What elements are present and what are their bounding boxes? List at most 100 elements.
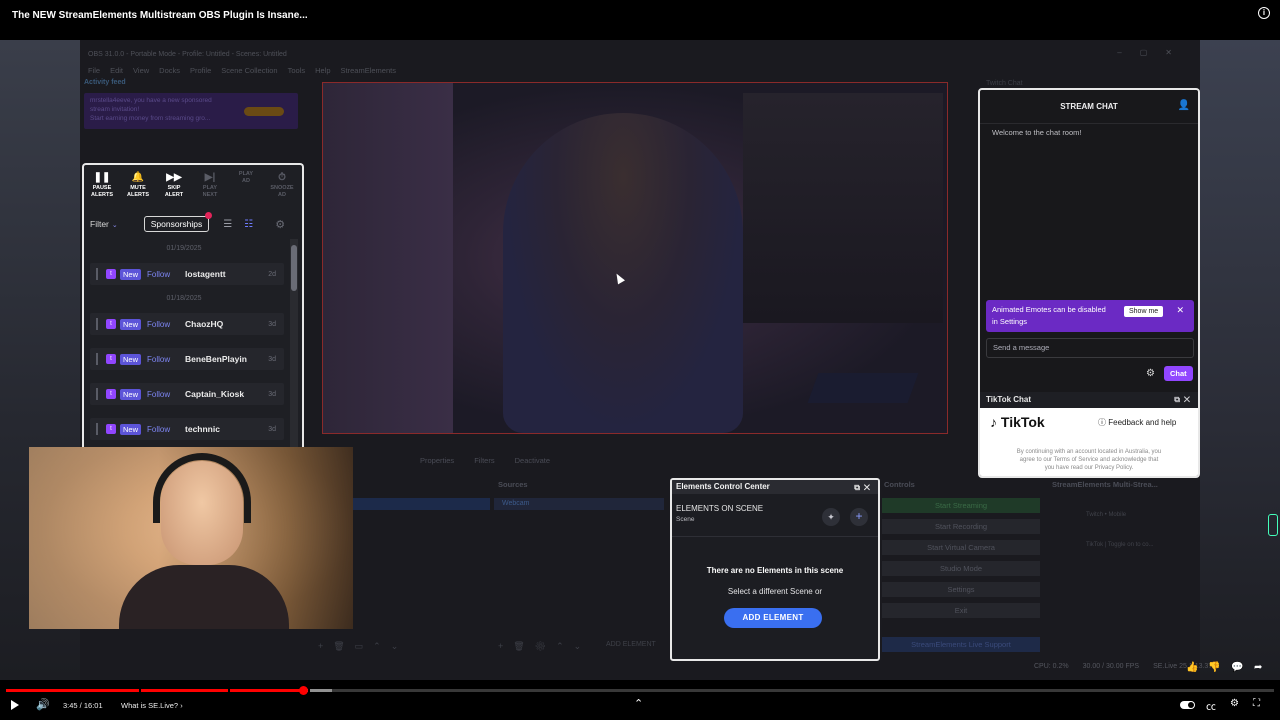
twitch-icon: t	[106, 389, 116, 399]
list-compact-icon[interactable]: ☰	[223, 219, 232, 230]
obs-control-button[interactable]: Studio Mode	[882, 561, 1040, 576]
gear-icon[interactable]: ⚙	[275, 218, 285, 231]
obs-control-button[interactable]: Start Recording	[882, 519, 1040, 534]
scrollbar-thumb[interactable]	[291, 245, 297, 291]
play-icon[interactable]	[11, 700, 19, 710]
obs-menu-item[interactable]: File	[88, 64, 100, 78]
emote-notice: Animated Emotes can be disabled in Setti…	[986, 300, 1194, 332]
sponsorships-label: Sponsorships	[150, 219, 203, 229]
dislike-icon[interactable]: 👎	[1208, 662, 1220, 673]
obs-menu-item[interactable]: Scene Collection	[221, 64, 277, 78]
feed-control-icon: ❚❚	[93, 172, 111, 183]
feed-control-button[interactable]: ▶▶ SKIP ALERT	[156, 171, 192, 209]
activity-feed-dock-title: Activity feed	[84, 79, 126, 86]
like-icon[interactable]: 👍	[1186, 662, 1198, 673]
sponsor-banner-line2: stream invitation!	[90, 106, 140, 113]
autoplay-toggle[interactable]	[1180, 701, 1195, 709]
feed-control-label: AD	[242, 178, 250, 184]
chapter-title[interactable]: What is SE.Live? ›	[121, 701, 183, 710]
feedback-help-label: Feedback and help	[1108, 418, 1177, 427]
list-detailed-icon[interactable]: ☷	[244, 219, 253, 230]
obs-window-title: OBS 31.0.0 - Portable Mode - Profile: Un…	[88, 51, 287, 58]
obs-menu-item[interactable]: Profile	[190, 64, 211, 78]
settings-gear-icon[interactable]: ⚙	[1230, 698, 1239, 709]
obs-menu-item[interactable]: Docks	[159, 64, 180, 78]
event-username: Captain_Kiosk	[185, 389, 245, 399]
volume-icon[interactable]: 🔊	[36, 698, 50, 711]
feed-scrollbar[interactable]	[290, 239, 298, 447]
obs-control-button[interactable]: Start Virtual Camera	[882, 540, 1040, 555]
feed-control-button[interactable]: 🔔 MUTE ALERTS	[120, 171, 156, 209]
obs-control-button[interactable]: Settings	[882, 582, 1040, 597]
event-type: Follow	[147, 269, 171, 279]
toolbar-item[interactable]: Properties	[420, 456, 454, 465]
obs-menu-item[interactable]: StreamElements	[341, 64, 396, 78]
filter-dropdown[interactable]: Filter ⌄	[90, 219, 118, 229]
feed-event[interactable]: t New Follow BeneBenPlayin 3d	[90, 348, 284, 370]
obs-menu-item[interactable]: Help	[315, 64, 330, 78]
scene-selected-row	[352, 498, 490, 510]
se-dock-item-twitch[interactable]: Twitch • Mobile	[1054, 512, 1194, 524]
chapter-marker	[139, 689, 142, 692]
event-bar	[96, 318, 98, 330]
dock-window-controls[interactable]: ⧉✕	[854, 481, 874, 495]
video-frame[interactable]: OBS 31.0.0 - Portable Mode - Profile: Un…	[0, 0, 1280, 720]
obs-menubar: File Edit View Docks Profile Scene Collection…	[80, 64, 1200, 78]
webcam-overlay	[29, 447, 353, 629]
event-type: Follow	[147, 389, 171, 399]
progress-scrubber[interactable]	[298, 686, 308, 695]
time-display: 3:45 / 16:01	[63, 701, 103, 710]
event-time: 3d	[268, 320, 276, 328]
chat-input[interactable]: Send a message	[986, 338, 1194, 358]
feed-event[interactable]: t New Follow Captain_Kiosk 3d	[90, 383, 284, 405]
twitch-icon: t	[106, 354, 116, 364]
source-item-webcam[interactable]: Webcam	[494, 498, 664, 510]
feed-control-label: MUTE	[130, 185, 146, 191]
chat-send-button[interactable]: Chat	[1164, 366, 1193, 381]
info-icon[interactable]: i	[1258, 7, 1270, 19]
captions-icon[interactable]: ㏄	[1206, 698, 1216, 713]
tiktok-chat-header: TikTok Chat ⧉✕	[980, 392, 1198, 408]
event-badge: New	[120, 388, 142, 400]
feedback-help-link[interactable]: ⓘ Feedback and help	[1098, 417, 1176, 428]
sponsor-banner-line1: mrstella4eeve, you have a new sponsored	[90, 97, 212, 104]
event-type: Follow	[147, 319, 171, 329]
obs-menu-item[interactable]: View	[133, 64, 149, 78]
dock-window-controls[interactable]: ⧉✕	[1174, 392, 1194, 408]
feed-event[interactable]: t New Follow ChaozHQ 3d	[90, 313, 284, 335]
live-support-button[interactable]: StreamElements Live Support	[882, 637, 1040, 652]
terms-line3: you have read our Privacy Policy.	[1044, 465, 1134, 471]
feed-event[interactable]: t New Follow technnic 3d	[90, 418, 284, 440]
obs-menu-item[interactable]: Tools	[288, 64, 306, 78]
users-icon[interactable]: 👤	[1178, 100, 1190, 111]
chat-welcome-message: Welcome to the chat room!	[992, 128, 1082, 137]
se-dock-item-tiktok[interactable]: TikTok | Toggle on to co...	[1054, 542, 1194, 554]
toolbar-item[interactable]: Filters	[474, 456, 494, 465]
obs-menu-item[interactable]: Edit	[110, 64, 123, 78]
chevron-up-icon[interactable]: ⌃	[634, 697, 643, 710]
progress-bar[interactable]	[6, 686, 1274, 695]
toolbar-item[interactable]: Deactivate	[515, 456, 550, 465]
fullscreen-icon[interactable]: ⛶	[1253, 698, 1260, 709]
video-title[interactable]: The NEW StreamElements Multistream OBS P…	[12, 10, 308, 21]
add-element-button[interactable]: ADD ELEMENT	[724, 608, 822, 628]
comments-icon[interactable]: 💬	[1231, 662, 1243, 673]
magic-wand-icon[interactable]: ✦	[822, 508, 840, 526]
sponsor-banner: mrstella4eeve, you have a new sponsored …	[84, 93, 298, 129]
show-me-button[interactable]: Show me	[1124, 306, 1164, 317]
preview-door	[323, 83, 453, 433]
close-icon[interactable]: ✕	[1176, 305, 1184, 316]
obs-control-button[interactable]: Start Streaming	[882, 498, 1040, 513]
feed-event[interactable]: t New Follow lostagentt 2d	[90, 263, 284, 285]
feed-control-button[interactable]: ❚❚ PAUSE ALERTS	[84, 171, 120, 209]
add-icon[interactable]: +	[850, 508, 868, 526]
chat-settings-icon[interactable]: ⚙	[1146, 368, 1155, 379]
event-bar	[96, 353, 98, 365]
feed-control-icon: 🔔	[131, 172, 145, 183]
feed-control-icon: ⏱	[278, 172, 286, 183]
share-icon[interactable]: ➦	[1254, 662, 1262, 673]
event-badge: New	[120, 423, 142, 435]
obs-control-button[interactable]: Exit	[882, 603, 1040, 618]
sponsorships-button[interactable]: Sponsorships	[143, 212, 213, 232]
extension-icon[interactable]	[1268, 514, 1278, 536]
